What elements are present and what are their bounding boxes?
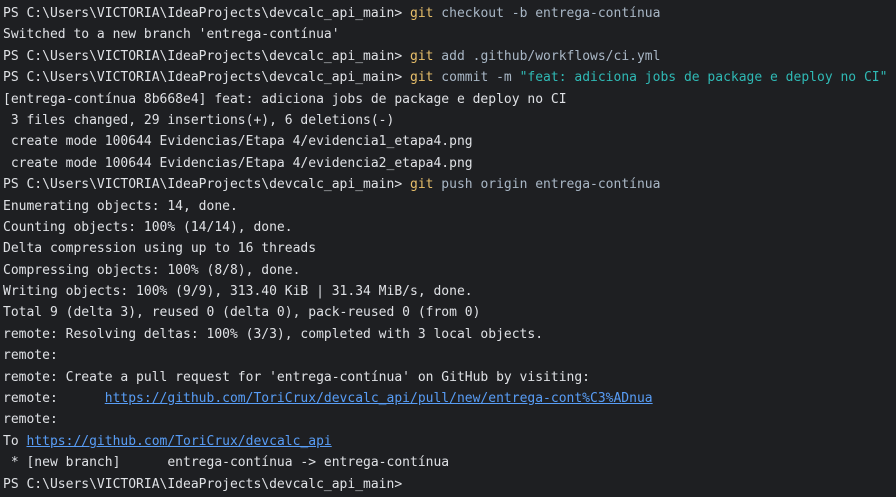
output-line: Total 9 (delta 3), reused 0 (delta 0), p… xyxy=(3,305,481,321)
output-line: Writing objects: 100% (9/9), 313.40 KiB … xyxy=(3,284,473,300)
output-line: remote: Create a pull request for 'entre… xyxy=(3,369,590,385)
to-prefix: To xyxy=(3,433,27,449)
prompt: PS C:\Users\VICTORIA\IdeaProjects\devcal… xyxy=(3,70,410,86)
git-command: git xyxy=(410,70,434,86)
output-line: Compressing objects: 100% (8/8), done. xyxy=(3,262,301,278)
terminal-line: PS C:\Users\VICTORIA\IdeaProjects\devcal… xyxy=(3,474,896,495)
pull-request-link[interactable]: https://github.com/ToriCrux/devcalc_api/… xyxy=(105,391,653,406)
output-line: Switched to a new branch 'entrega-contín… xyxy=(3,27,340,43)
output-line: remote: xyxy=(3,412,58,428)
output-line: Counting objects: 100% (14/14), done. xyxy=(3,219,293,235)
command-args: checkout -b entrega-contínua xyxy=(433,6,661,21)
output-line: Delta compression using up to 16 threads xyxy=(3,241,317,257)
command-args: add .github/workflows/ci.yml xyxy=(433,48,661,64)
git-command: git xyxy=(410,48,434,64)
terminal-line: PS C:\Users\VICTORIA\IdeaProjects\devcal… xyxy=(3,3,896,24)
output-line: remote: xyxy=(3,348,58,364)
terminal-line: PS C:\Users\VICTORIA\IdeaProjects\devcal… xyxy=(3,67,896,88)
repository-link[interactable]: https://github.com/ToriCrux/devcalc_api xyxy=(26,434,331,449)
output-line: create mode 100644 Evidencias/Etapa 4/ev… xyxy=(3,134,473,150)
command-args: push origin entrega-contínua xyxy=(433,177,661,193)
remote-prefix: remote: xyxy=(3,391,105,407)
terminal-line: PS C:\Users\VICTORIA\IdeaProjects\devcal… xyxy=(3,46,896,67)
git-command: git xyxy=(410,6,434,21)
terminal-line: To https://github.com/ToriCrux/devcalc_a… xyxy=(3,431,896,452)
command-args: commit -m xyxy=(433,70,520,86)
prompt: PS C:\Users\VICTORIA\IdeaProjects\devcal… xyxy=(3,6,410,21)
output-line: create mode 100644 Evidencias/Etapa 4/ev… xyxy=(3,155,473,171)
commit-message: "feat: adiciona jobs de package e deploy… xyxy=(519,70,888,86)
output-line: Enumerating objects: 14, done. xyxy=(3,198,238,214)
prompt: PS C:\Users\VICTORIA\IdeaProjects\devcal… xyxy=(3,48,410,64)
terminal-window[interactable]: PS C:\Users\VICTORIA\IdeaProjects\devcal… xyxy=(0,0,896,497)
git-command: git xyxy=(410,177,434,193)
prompt: PS C:\Users\VICTORIA\IdeaProjects\devcal… xyxy=(3,476,410,492)
output-line: * [new branch] entrega-contínua -> entre… xyxy=(3,455,450,471)
output-line: 3 files changed, 29 insertions(+), 6 del… xyxy=(3,112,395,128)
terminal-line: remote: https://github.com/ToriCrux/devc… xyxy=(3,388,896,409)
terminal-line: PS C:\Users\VICTORIA\IdeaProjects\devcal… xyxy=(3,174,896,195)
output-line: remote: Resolving deltas: 100% (3/3), co… xyxy=(3,326,544,342)
output-line: [entrega-contínua 8b668e4] feat: adicion… xyxy=(3,91,567,107)
prompt: PS C:\Users\VICTORIA\IdeaProjects\devcal… xyxy=(3,177,410,193)
